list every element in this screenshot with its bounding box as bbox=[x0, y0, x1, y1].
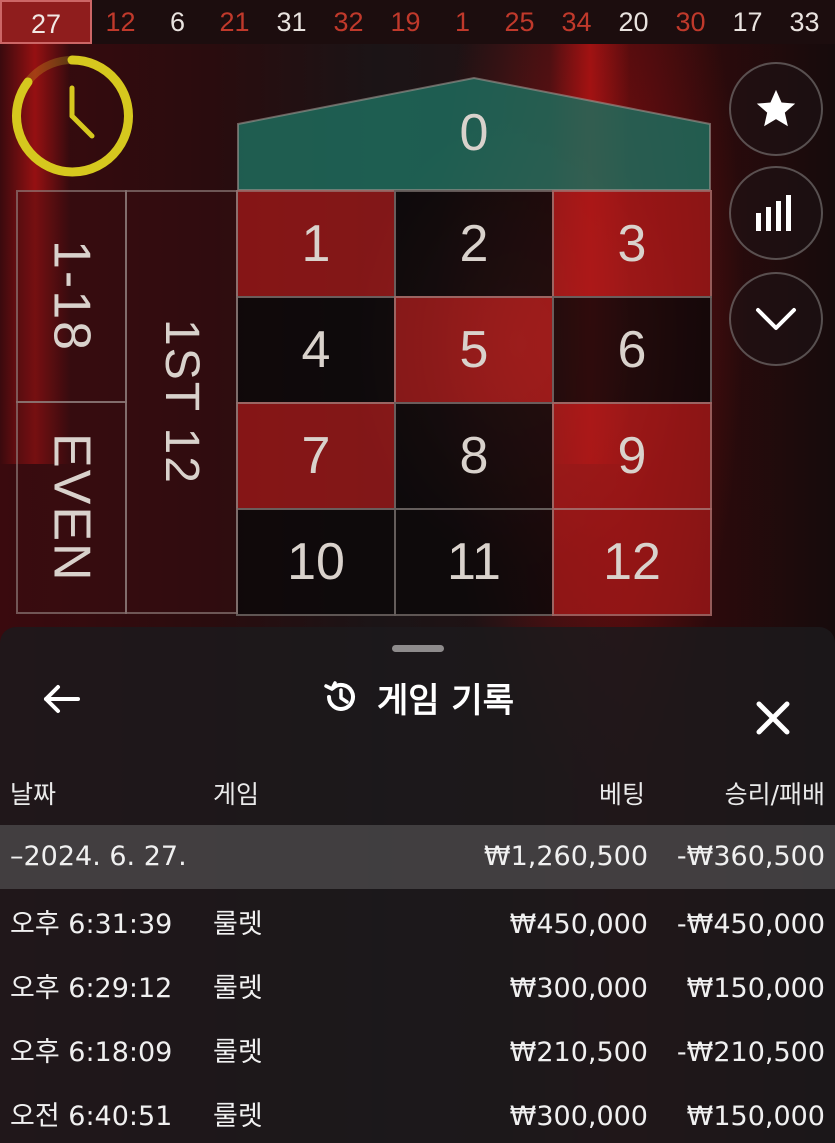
game-history-panel: 게임 기록 날짜 게임 베팅 승리/패배 –2024. 6. 27. ₩1,26… bbox=[0, 627, 835, 1143]
date-group-row[interactable]: –2024. 6. 27. ₩1,260,500 -₩360,500 bbox=[0, 825, 835, 889]
date-group-bet-total: ₩1,260,500 bbox=[483, 841, 648, 872]
bar-chart-icon bbox=[756, 195, 791, 231]
row-time: 오후 6:31:39 bbox=[10, 909, 173, 940]
row-time: 오후 6:29:12 bbox=[10, 973, 173, 1004]
row-bet: ₩210,500 bbox=[509, 1037, 648, 1068]
row-bet: ₩300,000 bbox=[509, 1101, 648, 1132]
row-result: -₩450,000 bbox=[676, 909, 825, 940]
column-header-game: 게임 bbox=[213, 780, 260, 809]
row-game: 룰렛 bbox=[213, 1101, 263, 1132]
row-result: ₩150,000 bbox=[686, 973, 825, 1004]
row-bet: ₩300,000 bbox=[509, 973, 648, 1004]
number-cell-6[interactable]: 6 bbox=[552, 296, 712, 404]
number-cell-7[interactable]: 7 bbox=[236, 402, 396, 510]
date-group-result-total: -₩360,500 bbox=[676, 841, 825, 872]
bet-1-18[interactable]: 1-18 bbox=[16, 190, 127, 403]
row-time: 오후 6:18:09 bbox=[10, 1037, 173, 1068]
history-row[interactable]: 오후 6:31:39 룰렛 ₩450,000 -₩450,000 bbox=[0, 893, 835, 957]
number-cell-10[interactable]: 10 bbox=[236, 508, 396, 616]
history-row[interactable]: 오후 6:29:12 룰렛 ₩300,000 ₩150,000 bbox=[0, 957, 835, 1021]
date-group-date: –2024. 6. 27. bbox=[10, 841, 187, 872]
bet-first-dozen[interactable]: 1ST 12 bbox=[125, 190, 238, 614]
row-game: 룰렛 bbox=[213, 1037, 263, 1068]
row-game: 룰렛 bbox=[213, 909, 263, 940]
row-result: -₩210,500 bbox=[676, 1037, 825, 1068]
panel-title: 게임 기록 bbox=[377, 680, 514, 721]
bet-first-dozen-label: 1ST 12 bbox=[155, 319, 208, 485]
history-row[interactable]: 오전 6:40:51 룰렛 ₩300,000 ₩150,000 bbox=[0, 1085, 835, 1143]
history-icon bbox=[324, 681, 355, 711]
number-cell-5[interactable]: 5 bbox=[394, 296, 554, 404]
panel-header: 게임 기록 bbox=[0, 667, 835, 727]
row-result: ₩150,000 bbox=[686, 1101, 825, 1132]
number-cell-12[interactable]: 12 bbox=[552, 508, 712, 616]
row-game: 룰렛 bbox=[213, 973, 263, 1004]
column-header-result: 승리/패배 bbox=[724, 780, 825, 809]
close-icon bbox=[756, 701, 790, 735]
row-time: 오전 6:40:51 bbox=[10, 1101, 173, 1132]
number-cell-1[interactable]: 1 bbox=[236, 190, 396, 298]
zero-label: 0 bbox=[459, 104, 489, 162]
number-cell-4[interactable]: 4 bbox=[236, 296, 396, 404]
bet-even-label: EVEN bbox=[42, 432, 101, 583]
number-cell-8[interactable]: 8 bbox=[394, 402, 554, 510]
star-icon bbox=[756, 89, 796, 127]
favorite-bets-button[interactable] bbox=[729, 62, 823, 156]
column-header-date: 날짜 bbox=[10, 780, 57, 809]
drag-handle[interactable] bbox=[392, 645, 444, 652]
statistics-button[interactable] bbox=[729, 166, 823, 260]
chevron-down-icon bbox=[756, 308, 796, 330]
row-bet: ₩450,000 bbox=[509, 909, 648, 940]
column-header-bet: 베팅 bbox=[598, 780, 645, 809]
bet-1-18-label: 1-18 bbox=[42, 240, 101, 353]
number-cell-3[interactable]: 3 bbox=[552, 190, 712, 298]
number-cell-11[interactable]: 11 bbox=[394, 508, 554, 616]
bet-even[interactable]: EVEN bbox=[16, 401, 127, 614]
collapse-button[interactable] bbox=[729, 272, 823, 366]
number-cell-9[interactable]: 9 bbox=[552, 402, 712, 510]
history-row[interactable]: 오후 6:18:09 룰렛 ₩210,500 -₩210,500 bbox=[0, 1021, 835, 1085]
number-cell-2[interactable]: 2 bbox=[394, 190, 554, 298]
countdown-timer-icon bbox=[12, 55, 133, 177]
close-button[interactable] bbox=[730, 675, 816, 761]
